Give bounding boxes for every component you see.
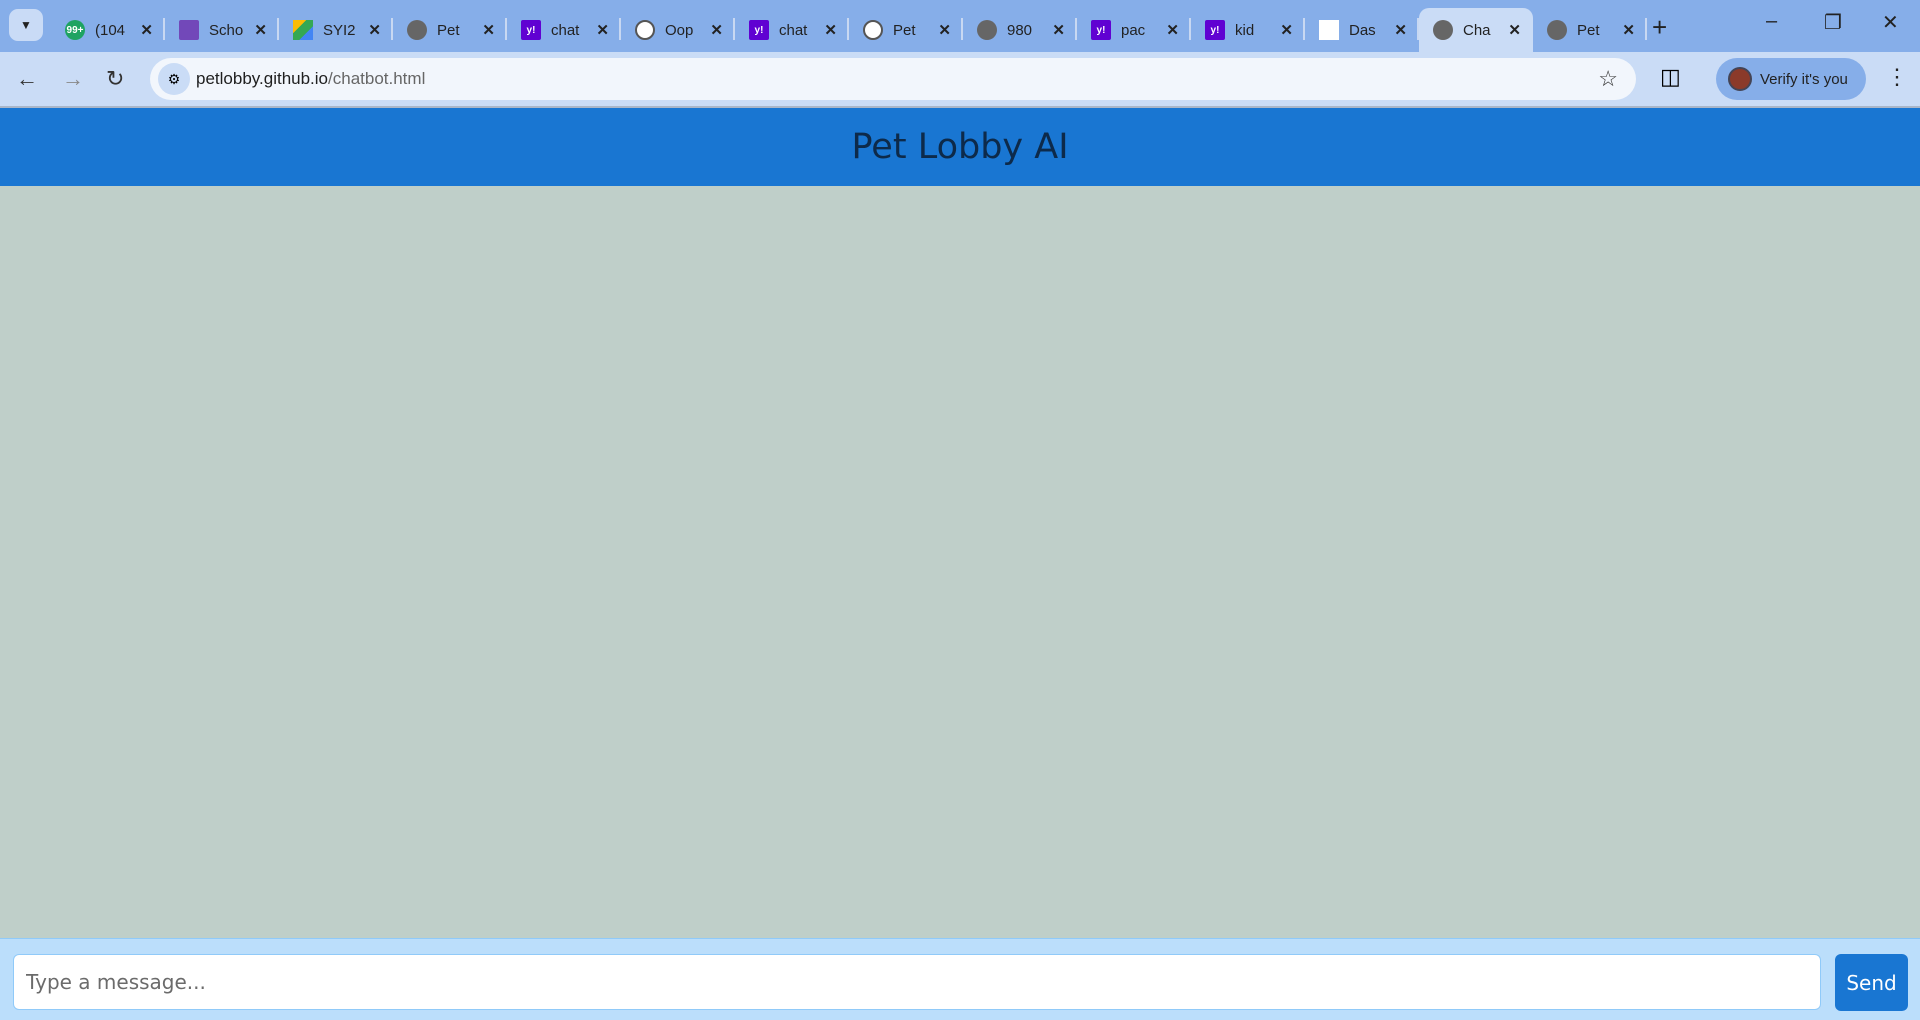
tab[interactable]: y! kid ✕	[1191, 8, 1305, 52]
tab-title: chat	[779, 21, 808, 39]
bookmark-star-icon[interactable]: ☆	[1598, 66, 1618, 92]
send-button[interactable]: Send	[1835, 954, 1908, 1011]
avatar	[1728, 67, 1752, 91]
chat-messages-area	[0, 186, 1920, 938]
close-tab-icon[interactable]: ✕	[824, 21, 837, 39]
close-tab-icon[interactable]: ✕	[710, 21, 723, 39]
globe-icon	[1547, 20, 1567, 40]
url-text[interactable]: petlobby.github.io/chatbot.html	[196, 69, 425, 89]
tab-title: Das	[1349, 21, 1376, 39]
tab-title: Oop	[665, 21, 694, 39]
close-window-button[interactable]: ✕	[1882, 10, 1899, 35]
yahoo-icon: y!	[1091, 20, 1111, 40]
close-tab-icon[interactable]: ✕	[596, 21, 609, 39]
chat-badge-icon: 99+	[65, 20, 85, 40]
url-host: petlobby.github.io	[196, 69, 329, 88]
browser-toolbar: ← → ↻ ⚙ petlobby.github.io/chatbot.html …	[0, 52, 1920, 108]
tab-title: Scho	[209, 21, 244, 39]
tab-title: SYI2	[323, 21, 356, 39]
yahoo-icon: y!	[521, 20, 541, 40]
tab-title: Pet	[893, 21, 916, 39]
tab[interactable]: y! chat ✕	[507, 8, 621, 52]
tab[interactable]: SYI2 ✕	[279, 8, 393, 52]
extensions-puzzle-icon[interactable]: ◫	[1660, 64, 1681, 90]
tab[interactable]: y! pac ✕	[1077, 8, 1191, 52]
close-tab-icon[interactable]: ✕	[1394, 21, 1407, 39]
close-tab-icon[interactable]: ✕	[1508, 21, 1521, 39]
tab[interactable]: Das ✕	[1305, 8, 1419, 52]
tab[interactable]: Cha ✕	[1419, 8, 1533, 52]
tab-title: kid	[1235, 21, 1255, 39]
tab[interactable]: Oop ✕	[621, 8, 735, 52]
site-info-icon[interactable]: ⚙	[158, 63, 190, 95]
globe-icon	[407, 20, 427, 40]
url-path: /chatbot.html	[328, 69, 426, 88]
close-tab-icon[interactable]: ✕	[482, 21, 495, 39]
tab[interactable]: y! chat ✕	[735, 8, 849, 52]
tab-title: chat	[551, 21, 580, 39]
close-tab-icon[interactable]: ✕	[140, 21, 153, 39]
dashboard-icon	[1319, 20, 1339, 40]
close-tab-icon[interactable]: ✕	[1052, 21, 1065, 39]
tab-title: 980	[1007, 21, 1033, 39]
close-tab-icon[interactable]: ✕	[938, 21, 951, 39]
close-tab-icon[interactable]: ✕	[1166, 21, 1179, 39]
restore-button[interactable]: ❐	[1824, 10, 1842, 35]
yahoo-icon: y!	[1205, 20, 1225, 40]
globe-icon	[977, 20, 997, 40]
tab[interactable]: Pet ✕	[849, 8, 963, 52]
globe-icon	[1433, 20, 1453, 40]
tab[interactable]: Pet ✕	[393, 8, 507, 52]
close-tab-icon[interactable]: ✕	[254, 21, 267, 39]
tab-title: pac	[1121, 21, 1146, 39]
close-tab-icon[interactable]: ✕	[368, 21, 381, 39]
minimize-button[interactable]: –	[1766, 10, 1777, 33]
new-tab-button[interactable]: +	[1652, 12, 1667, 43]
close-tab-icon[interactable]: ✕	[1280, 21, 1293, 39]
forms-icon	[179, 20, 199, 40]
input-bar: Send	[0, 938, 1920, 1020]
tab-title: Cha	[1463, 21, 1491, 39]
tab-divider	[1645, 18, 1647, 40]
close-tab-icon[interactable]: ✕	[1622, 21, 1635, 39]
kebab-menu-icon[interactable]: ⋮	[1886, 64, 1908, 90]
tab[interactable]: Scho ✕	[165, 8, 279, 52]
forward-button[interactable]: →	[62, 66, 84, 92]
app-header: Pet Lobby AI	[0, 108, 1920, 186]
tab[interactable]: Pet ✕	[1533, 8, 1647, 52]
page-title: Pet Lobby AI	[851, 127, 1069, 167]
chevron-down-icon: ▼	[20, 18, 32, 32]
tab-title: (104	[95, 21, 126, 39]
tab[interactable]: 99+ (104 ✕	[51, 8, 165, 52]
reload-button[interactable]: ↻	[106, 66, 124, 92]
tab-title: Pet	[437, 21, 460, 39]
tab-title: Pet	[1577, 21, 1600, 39]
yahoo-icon: y!	[749, 20, 769, 40]
openai-icon	[863, 20, 883, 40]
address-bar[interactable]: ⚙ petlobby.github.io/chatbot.html ☆	[150, 58, 1636, 100]
drive-icon	[293, 20, 313, 40]
tab[interactable]: 980 ✕	[963, 8, 1077, 52]
tab-strip: ▼ 99+ (104 ✕ Scho ✕ SYI2 ✕ Pet ✕ y! chat ✕ Oop ✕ y! cha…	[0, 0, 1920, 52]
profile-button[interactable]: Verify it's you	[1716, 58, 1866, 100]
profile-label: Verify it's you	[1760, 70, 1848, 88]
tab-search-button[interactable]: ▼	[9, 9, 43, 41]
message-input[interactable]	[13, 954, 1821, 1010]
back-button[interactable]: ←	[16, 66, 38, 92]
openai-icon	[635, 20, 655, 40]
